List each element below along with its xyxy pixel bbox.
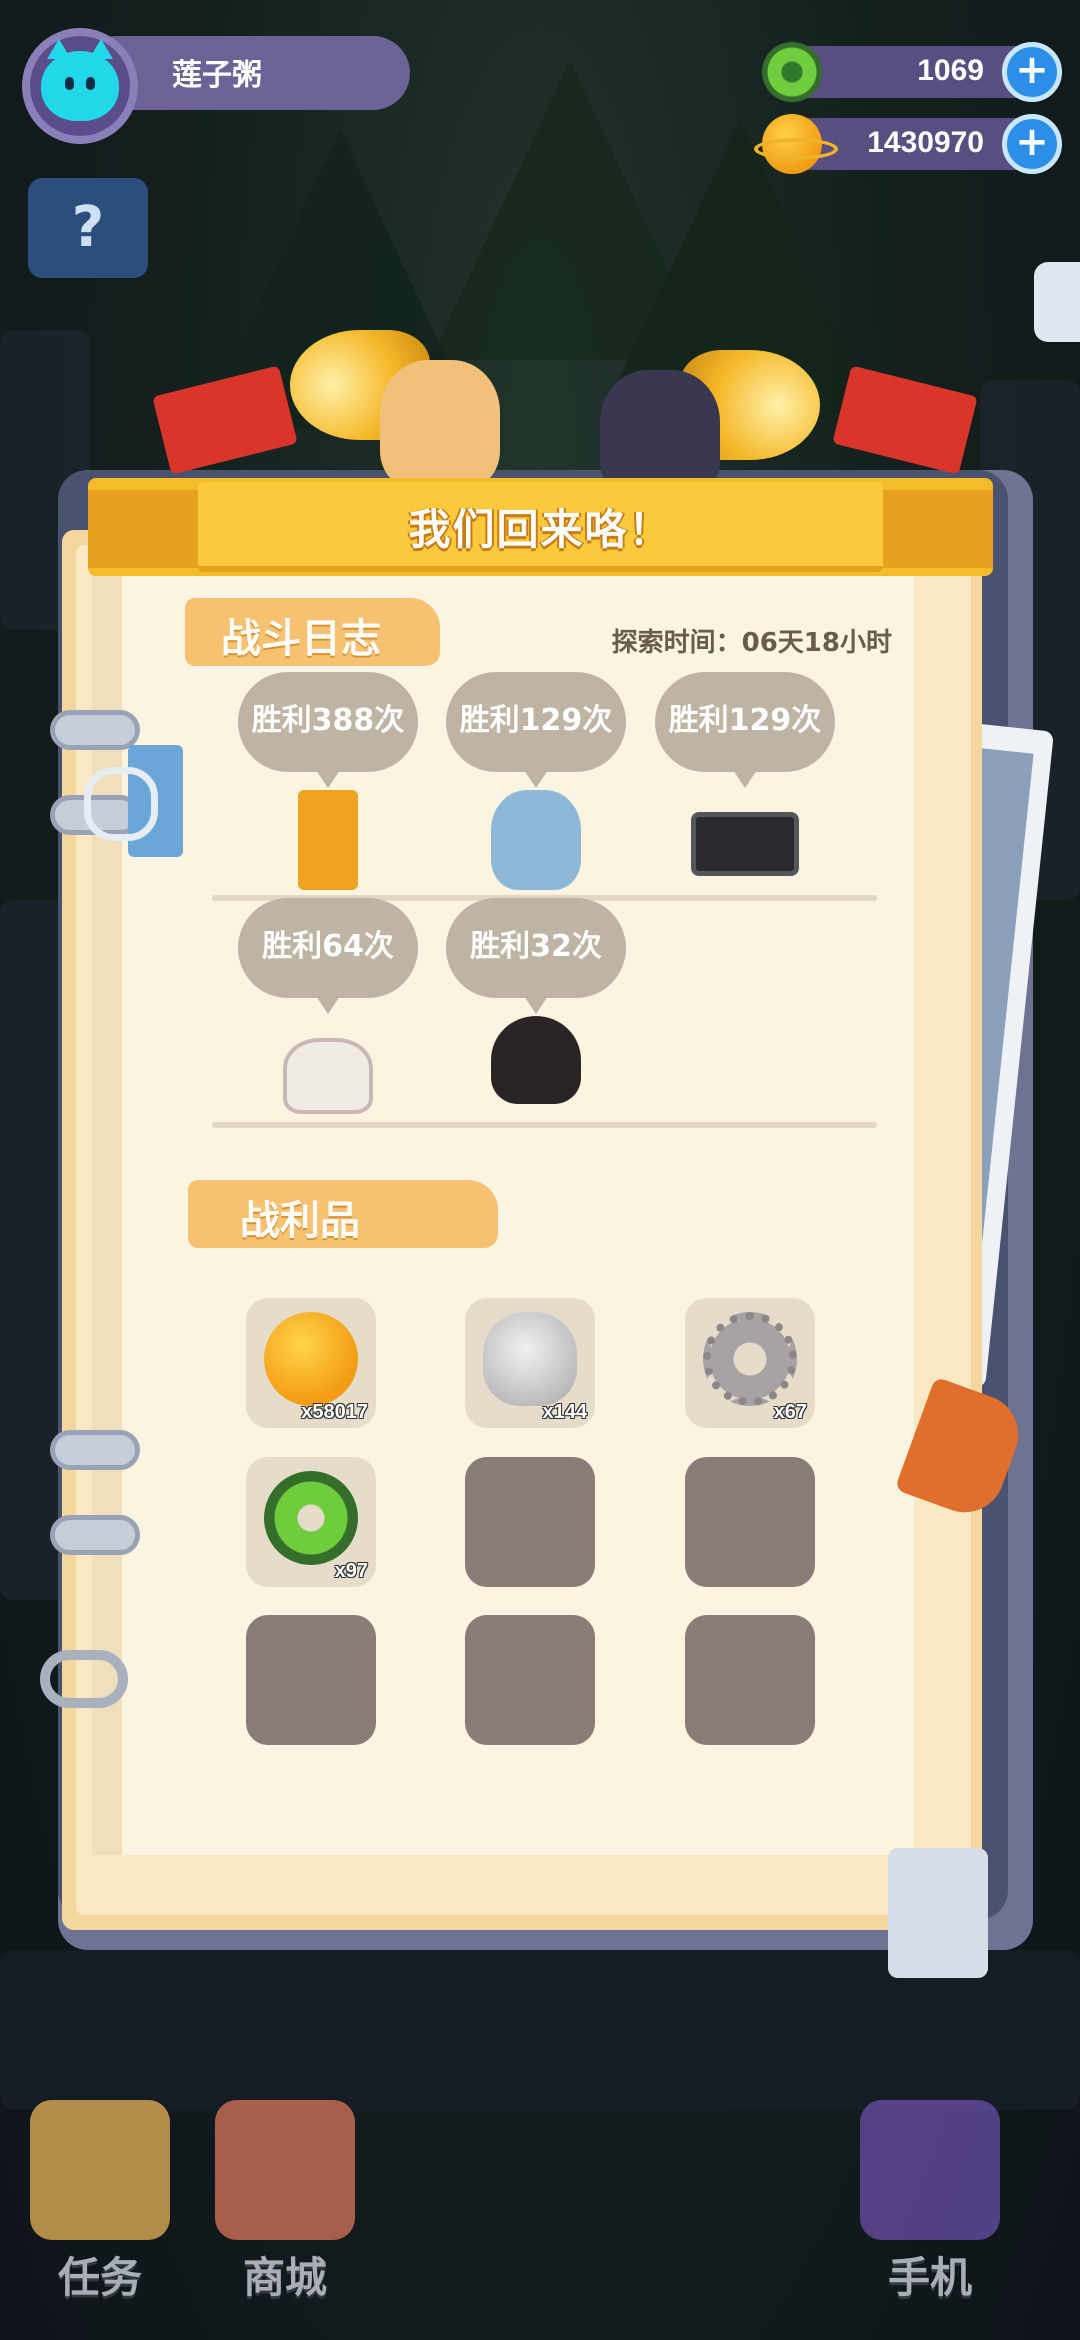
white-stone-icon [483, 1312, 577, 1406]
loot-item[interactable]: x144 [465, 1298, 595, 1428]
planet-coin-icon [754, 114, 838, 174]
currency-donut: 1069 + [762, 42, 1062, 102]
loot-heading: 战利品 [188, 1180, 498, 1248]
add-coin-button[interactable]: + [1002, 114, 1062, 174]
victory-count: 胜利388次 [238, 672, 418, 788]
victory-count: 胜利32次 [446, 898, 626, 1014]
player-name: 莲子粥 [172, 58, 262, 93]
battle-log-entry: 胜利129次 [655, 672, 835, 902]
loot-count: x67 [773, 1401, 807, 1423]
nav-phone[interactable]: 手机 [830, 2080, 1030, 2330]
loot-count: x97 [334, 1560, 368, 1582]
nav-shop-label: 商城 [242, 2253, 327, 2302]
binder-clip-icon [84, 745, 183, 857]
battle-log-entry: 胜利32次 [446, 898, 626, 1128]
nav-phone-label: 手机 [887, 2253, 972, 2302]
telephone-monster-icon [283, 1038, 373, 1114]
help-question-icon[interactable]: ? [28, 178, 148, 278]
battle-log-entry: 胜利388次 [238, 672, 418, 902]
empty-loot-slot [246, 1615, 376, 1745]
corner-tab [888, 1848, 988, 1978]
binder-ring-icon [50, 1514, 157, 1555]
shelf-line [212, 1122, 877, 1128]
avatar[interactable] [22, 28, 138, 144]
green-donut-icon [264, 1471, 358, 1565]
currency-coin: 1430970 + [754, 114, 1062, 174]
victory-count: 胜利129次 [446, 672, 626, 788]
currency-donut-value: 1069 [917, 54, 984, 87]
loot-count: x58017 [301, 1401, 368, 1423]
battle-log-entry: 胜利64次 [238, 898, 418, 1128]
nav-shop[interactable]: 商城 [185, 2080, 385, 2330]
talisman-monster-icon [298, 790, 358, 890]
add-donut-button[interactable]: + [1002, 42, 1062, 102]
empty-loot-slot [465, 1457, 595, 1587]
gear-icon [703, 1312, 797, 1406]
task-book-icon [30, 2100, 170, 2240]
zombie-hand-monster-icon [491, 790, 581, 890]
shop-icon [215, 2100, 355, 2240]
currency-coin-value: 1430970 [867, 126, 984, 159]
victory-count: 胜利64次 [238, 898, 418, 1014]
empty-loot-slot [685, 1615, 815, 1745]
planet-coin-icon [264, 1312, 358, 1406]
loot-item[interactable]: x67 [685, 1298, 815, 1428]
phone-icon [860, 2100, 1000, 2240]
shadow-ghost-monster-icon [491, 1016, 581, 1104]
orange-cat-icon [380, 360, 500, 490]
side-clip-icon[interactable] [1034, 262, 1080, 342]
explore-time: 探索时间：06天18小时 [611, 628, 892, 658]
player-profile[interactable]: 莲子粥 [22, 28, 410, 144]
bottom-nav: 任务 商城 手机 [0, 2080, 1080, 2340]
empty-loot-slot [465, 1615, 595, 1745]
nav-tasks[interactable]: 任务 [0, 2080, 200, 2330]
loot-item[interactable]: x58017 [246, 1298, 376, 1428]
cassette-tape-monster-icon [691, 812, 799, 876]
green-donut-icon [762, 42, 822, 102]
battle-log-heading: 战斗日志 [185, 598, 440, 666]
nav-tasks-label: 任务 [57, 2253, 142, 2302]
battle-log-entry: 胜利129次 [446, 672, 626, 902]
victory-count: 胜利129次 [655, 672, 835, 788]
binder-ring-icon [50, 1429, 157, 1470]
paperclip-icon [40, 1650, 128, 1708]
loot-count: x144 [542, 1401, 588, 1423]
binder-ring-icon [50, 709, 157, 750]
cat-face-icon [41, 39, 119, 121]
popup-title: 我们回来咯！ [408, 505, 673, 554]
empty-loot-slot [685, 1457, 815, 1587]
loot-item[interactable]: x97 [246, 1457, 376, 1587]
